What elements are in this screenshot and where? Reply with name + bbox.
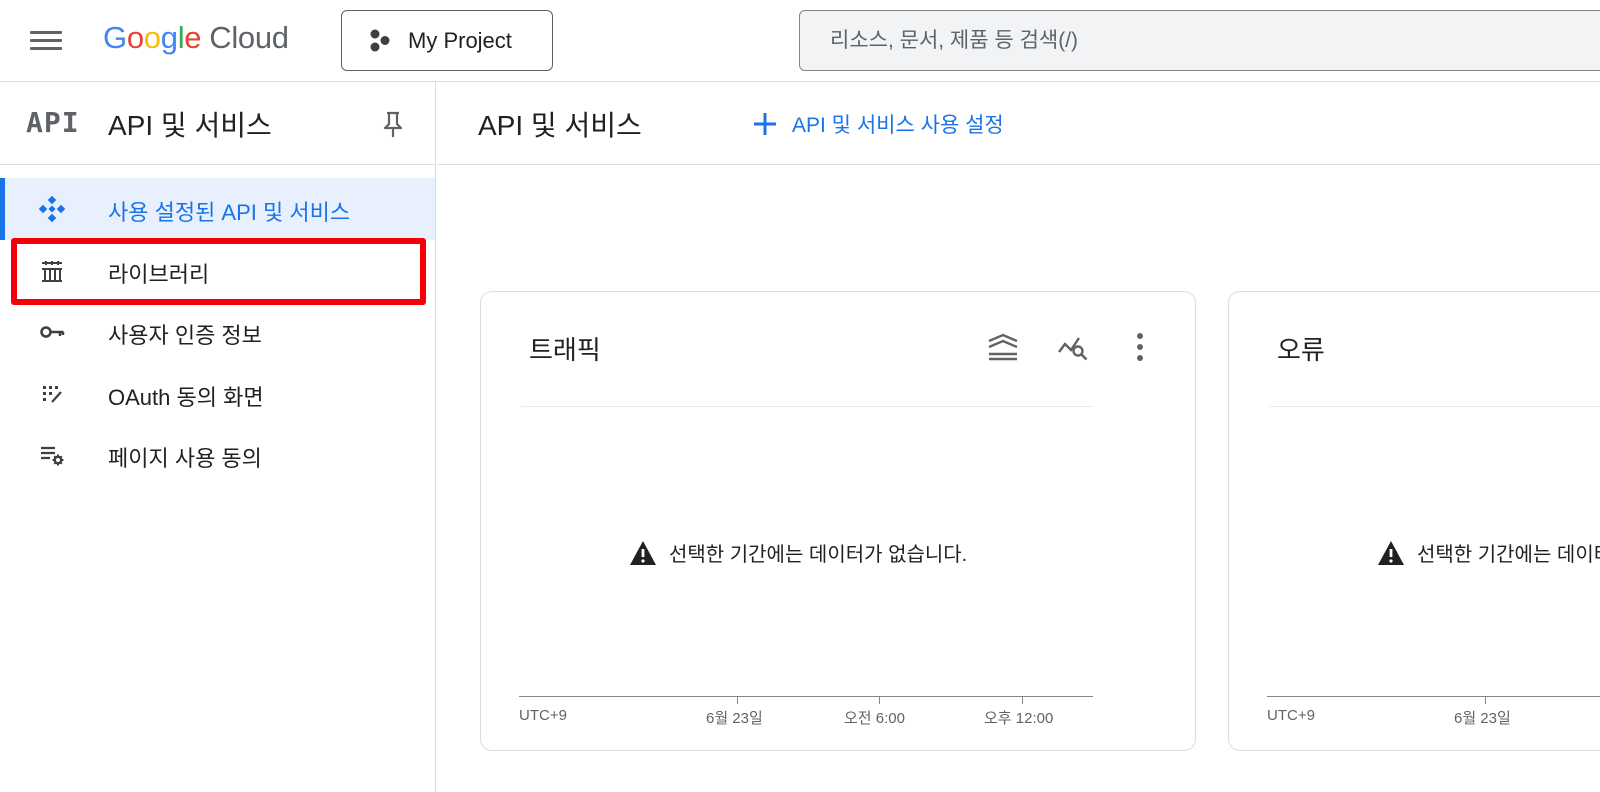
project-name: My Project bbox=[408, 27, 512, 53]
legend-toggle-icon[interactable] bbox=[986, 330, 1020, 364]
sidebar-item-label: OAuth 동의 화면 bbox=[108, 384, 264, 410]
sidebar-item-oauth[interactable]: OAuth 동의 화면 bbox=[0, 363, 435, 425]
sidebar-item-label: 라이브러리 bbox=[108, 261, 210, 287]
main-menu-icon[interactable] bbox=[28, 26, 64, 54]
sidebar-item-credentials[interactable]: 사용자 인증 정보 bbox=[0, 301, 435, 363]
axis-label-noon: 오후 12:00 bbox=[984, 710, 1054, 727]
diamond-dots-icon bbox=[38, 195, 66, 223]
empty-message: 선택한 기간에는 데이터가 없습니다. bbox=[1417, 544, 1600, 566]
axis-label-date: 6월 23일 bbox=[706, 710, 763, 727]
sidebar-item-label: 사용자 인증 정보 bbox=[108, 323, 262, 348]
enable-apis-label: API 및 서비스 사용 설정 bbox=[792, 114, 1004, 137]
project-picker-button[interactable]: My Project bbox=[341, 10, 553, 71]
oauth-icon bbox=[43, 385, 62, 403]
traffic-card: 트래픽 선택한 기간에는 데이터가 없습니다. UTC+9 6월 23일 오전 … bbox=[480, 291, 1196, 751]
sidebar-item-label: 사용 설정된 API 및 서비스 bbox=[108, 200, 351, 225]
enable-apis-button[interactable]: API 및 서비스 사용 설정 bbox=[752, 104, 1004, 144]
library-icon bbox=[42, 260, 62, 282]
api-logo: API bbox=[26, 106, 80, 139]
warning-icon bbox=[1378, 540, 1404, 565]
explore-chart-icon[interactable] bbox=[1056, 330, 1090, 364]
time-axis bbox=[519, 696, 1093, 697]
axis-tick bbox=[737, 696, 738, 704]
axis-tick bbox=[1022, 696, 1023, 704]
page-title: API 및 서비스 bbox=[478, 110, 642, 141]
axis-tick bbox=[879, 696, 880, 704]
empty-state: 선택한 기간에는 데이터가 없습니다. bbox=[1377, 538, 1600, 567]
card-divider bbox=[521, 406, 1093, 407]
search-box[interactable] bbox=[799, 10, 1600, 71]
key-icon bbox=[40, 326, 65, 338]
axis-label-date: 6월 23일 bbox=[1454, 710, 1511, 727]
sidebar-item-label: 페이지 사용 동의 bbox=[108, 446, 262, 471]
empty-message: 선택한 기간에는 데이터가 없습니다. bbox=[669, 544, 968, 566]
search-input[interactable] bbox=[830, 25, 1570, 57]
sidebar-item-page-consent[interactable]: 페이지 사용 동의 bbox=[0, 424, 435, 486]
errors-card: 오류 선택한 기간에는 데이터가 없습니다. UTC+9 6월 23일 bbox=[1228, 291, 1600, 751]
sidebar-nav: 사용 설정된 API 및 서비스 라이브러리 사용자 인증 정보 OAuth 동… bbox=[0, 178, 435, 486]
sidebar-item-enabled-apis[interactable]: 사용 설정된 API 및 서비스 bbox=[0, 178, 435, 240]
sidebar-header: API API 및 서비스 bbox=[0, 82, 435, 165]
sidebar-item-library[interactable]: 라이브러리 bbox=[0, 240, 435, 302]
pin-icon[interactable] bbox=[380, 110, 406, 140]
card-title: 오류 bbox=[1277, 335, 1325, 365]
more-options-icon[interactable] bbox=[1123, 330, 1157, 364]
settings-list-icon bbox=[41, 446, 64, 466]
card-title: 트래픽 bbox=[529, 335, 601, 365]
warning-icon bbox=[630, 540, 656, 565]
time-axis bbox=[1267, 696, 1600, 697]
sidebar-title: API 및 서비스 bbox=[108, 110, 272, 141]
google-cloud-logo[interactable]: Google Cloud bbox=[103, 18, 289, 58]
axis-tick bbox=[1485, 696, 1486, 704]
axis-label-timezone: UTC+9 bbox=[1267, 707, 1315, 724]
top-bar: Google Cloud My Project bbox=[0, 0, 1600, 82]
axis-label-6am: 오전 6:00 bbox=[844, 710, 905, 727]
plus-icon bbox=[754, 113, 776, 135]
project-hexagons-icon bbox=[370, 29, 390, 51]
card-divider bbox=[1269, 406, 1600, 407]
main-header: API 및 서비스 API 및 서비스 사용 설정 bbox=[437, 82, 1600, 165]
axis-label-timezone: UTC+9 bbox=[519, 707, 567, 724]
sidebar: API API 및 서비스 사용 설정된 API 및 서비스 라이브러리 사용자… bbox=[0, 82, 436, 792]
empty-state: 선택한 기간에는 데이터가 없습니다. bbox=[629, 538, 967, 567]
